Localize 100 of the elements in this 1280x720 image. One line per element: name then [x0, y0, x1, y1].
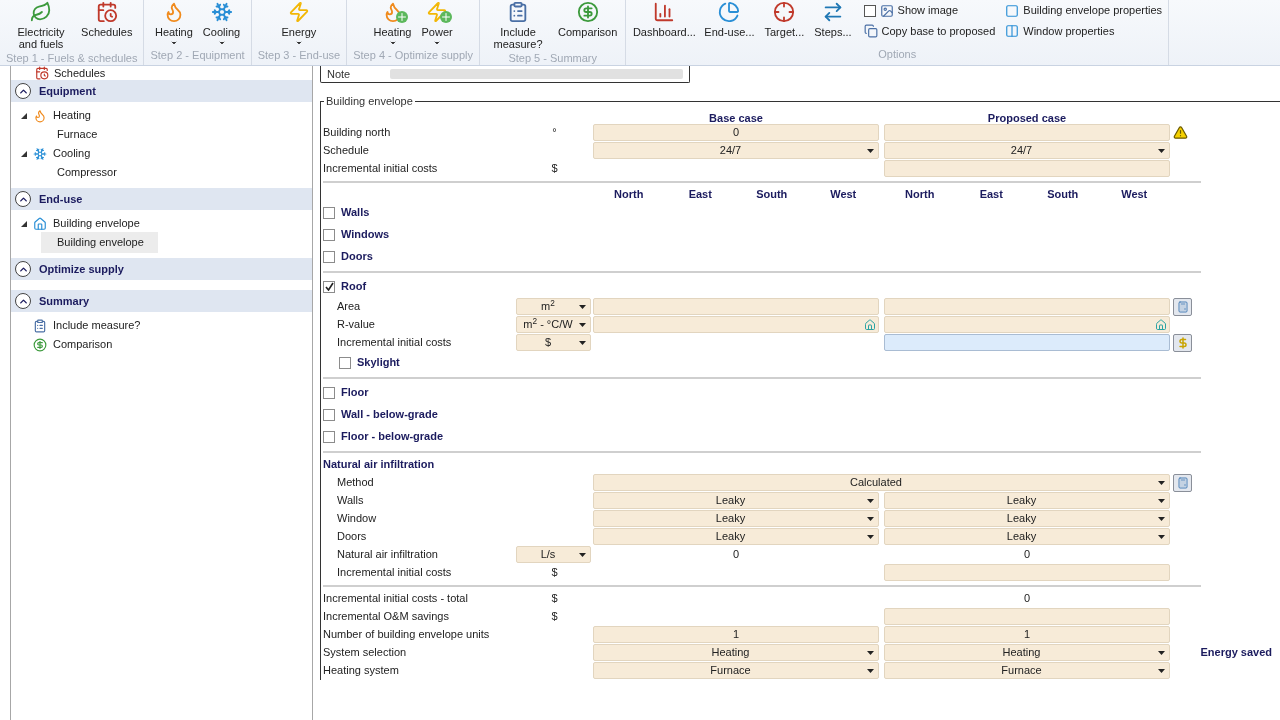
tree-item[interactable]: Cooling — [53, 145, 91, 162]
ribbon-button[interactable]: Cooling — [200, 0, 243, 47]
tree-item[interactable]: Compressor — [41, 162, 131, 183]
checkbox[interactable] — [323, 430, 335, 443]
input-field[interactable] — [884, 316, 1170, 333]
checkbox-label: Floor — [341, 385, 369, 401]
unit-dropdown[interactable]: m$^{2}$ — [516, 298, 591, 315]
checkbox[interactable] — [323, 228, 335, 241]
section-header[interactable]: Equipment — [11, 80, 312, 102]
dropdown[interactable]: Calculated — [593, 474, 1170, 491]
ribbon-button[interactable]: Energy — [279, 0, 319, 47]
ribbon-button[interactable]: Comparison — [556, 0, 620, 50]
input-field[interactable] — [884, 608, 1170, 625]
tree-item[interactable]: Heating — [53, 107, 91, 124]
checkbox[interactable] — [863, 4, 876, 17]
dropdown[interactable]: Heating — [884, 644, 1170, 661]
unit-text: $ — [551, 161, 558, 177]
checkbox[interactable] — [323, 250, 335, 263]
snowflake-icon — [210, 1, 233, 23]
expanded-triangle-icon[interactable] — [21, 220, 27, 227]
calculator-button[interactable] — [1173, 297, 1192, 316]
dropdown[interactable]: Heating — [593, 644, 879, 661]
expanded-triangle-icon[interactable] — [21, 112, 27, 119]
ribbon-command[interactable]: Copy base to proposed — [863, 22, 996, 40]
unit-text: $ — [551, 591, 558, 607]
ribbon-button[interactable]: Power — [419, 0, 455, 47]
input-field[interactable]: 1 — [593, 626, 879, 643]
group-label: Step 5 - Summary — [508, 51, 597, 66]
ribbon-command[interactable]: Building envelope properties — [1005, 2, 1163, 19]
ribbon-button[interactable]: End-use... — [702, 0, 757, 46]
tree-item[interactable]: Building envelope — [41, 232, 158, 253]
group-label: Step 3 - End-use — [257, 48, 341, 63]
input-field[interactable] — [884, 124, 1170, 141]
value-text: 0 — [732, 547, 740, 563]
image-icon — [879, 3, 894, 18]
section-header[interactable]: End-use — [11, 188, 312, 210]
checkbox-option[interactable]: Show image — [863, 2, 996, 19]
caret-icon — [579, 304, 586, 309]
dropdown[interactable]: Furnace — [593, 662, 879, 679]
snowflake-icon — [33, 146, 47, 161]
target-icon — [773, 1, 796, 23]
input-field[interactable]: 1 — [884, 626, 1170, 643]
unit-dropdown[interactable]: L/s — [516, 546, 591, 563]
calculator-button[interactable] — [1173, 473, 1192, 492]
checkbox[interactable] — [323, 206, 335, 219]
dropdown[interactable]: Leaky — [593, 510, 879, 527]
dropdown[interactable]: Leaky — [593, 528, 879, 545]
dropdown[interactable]: 24/7 — [593, 142, 879, 159]
ribbon-button[interactable]: Dashboard... — [632, 0, 697, 46]
cost-button[interactable] — [1173, 333, 1192, 352]
input-field[interactable] — [884, 298, 1170, 315]
tree-item[interactable]: Building envelope — [53, 215, 140, 232]
caret-icon — [1158, 516, 1165, 521]
column-heading: North — [613, 186, 645, 202]
dropdown[interactable]: 24/7 — [884, 142, 1170, 159]
unit-text: ° — [552, 125, 557, 141]
ribbon-button[interactable]: Steps... — [812, 0, 854, 46]
caret-icon — [1158, 650, 1165, 655]
ribbon-button[interactable]: Electricity and fuels — [9, 0, 74, 50]
tree-item[interactable]: Comparison — [53, 336, 113, 353]
tree-item[interactable]: Include measure? — [53, 317, 141, 334]
tree-item[interactable]: Furnace — [41, 124, 112, 145]
unit-dropdown[interactable]: $ — [516, 334, 591, 351]
input-field[interactable]: 0 — [593, 124, 879, 141]
section-header[interactable]: Optimize supply — [11, 258, 312, 280]
dropdown[interactable]: Leaky — [884, 510, 1170, 527]
checkbox[interactable] — [323, 386, 335, 399]
input-field[interactable] — [884, 334, 1170, 351]
field-label: Incremental initial costs — [323, 162, 438, 175]
dropdown[interactable]: Furnace — [884, 662, 1170, 679]
input-field[interactable] — [884, 564, 1170, 581]
dropdown[interactable]: Leaky — [593, 492, 879, 509]
field-label: Incremental initial costs — [337, 336, 452, 349]
ribbon-button[interactable]: Heating — [371, 0, 414, 47]
input-field[interactable] — [593, 316, 879, 333]
ribbon-button[interactable]: Include measure? — [486, 0, 551, 50]
expanded-triangle-icon[interactable] — [21, 150, 27, 157]
tree-item[interactable]: Schedules — [54, 66, 106, 82]
caret-icon — [579, 340, 586, 345]
checkbox-label: Windows — [341, 227, 390, 243]
pie-chart-icon — [718, 1, 741, 23]
dropdown[interactable]: Leaky — [884, 492, 1170, 509]
ribbon-button[interactable]: Target... — [762, 0, 807, 46]
checkbox-label: Doors — [341, 249, 373, 265]
checkbox[interactable] — [339, 356, 351, 369]
ribbon-command[interactable]: Window properties — [1005, 22, 1163, 40]
window-icon — [1005, 24, 1020, 38]
unit-text: $ — [551, 609, 558, 625]
unit-dropdown[interactable]: m$^{2}$ - °C/W — [516, 316, 591, 333]
column-heading: West — [1120, 186, 1149, 202]
money-icon — [33, 337, 47, 352]
section-header[interactable]: Summary — [11, 290, 312, 312]
field-label: Natural air infiltration — [337, 548, 438, 561]
dropdown[interactable]: Leaky — [884, 528, 1170, 545]
input-field[interactable] — [593, 298, 879, 315]
ribbon-button[interactable]: Schedules — [79, 0, 135, 50]
input-field[interactable] — [884, 160, 1170, 177]
ribbon-button[interactable]: Heating — [152, 0, 195, 47]
checkbox[interactable] — [323, 408, 335, 421]
checkbox[interactable] — [323, 280, 335, 293]
